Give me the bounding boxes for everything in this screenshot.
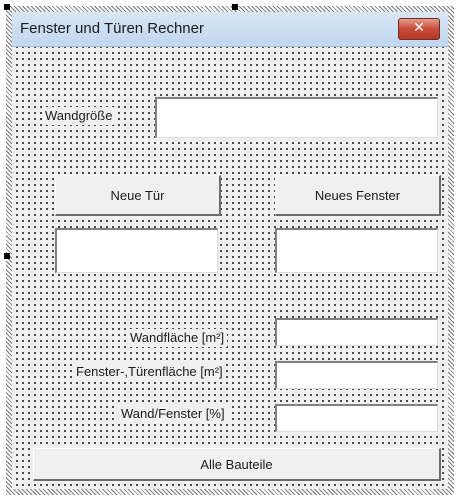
close-button[interactable]: ✕ bbox=[398, 18, 440, 40]
resize-handle-middle-left[interactable] bbox=[4, 253, 10, 259]
all-components-label: Alle Bauteile bbox=[200, 456, 273, 472]
window-door-area-label: Fenster-,Türenfläche [m²] bbox=[73, 363, 226, 381]
wall-window-ratio-label: Wand/Fenster [%] bbox=[118, 405, 228, 423]
wall-size-label: Wandgröße bbox=[42, 107, 116, 125]
new-window-label: Neues Fenster bbox=[314, 187, 401, 203]
wall-window-ratio-output[interactable] bbox=[275, 404, 438, 432]
resize-handle-top-left[interactable] bbox=[4, 4, 10, 10]
new-door-label: Neue Tür bbox=[110, 187, 165, 203]
new-window-button[interactable]: Neues Fenster bbox=[275, 175, 441, 216]
resize-handle-top-center[interactable] bbox=[232, 4, 238, 10]
window-list-box[interactable] bbox=[275, 228, 438, 273]
window-door-area-output[interactable] bbox=[275, 361, 438, 389]
title-bar: Fenster und Türen Rechner ✕ bbox=[12, 12, 448, 47]
window-title: Fenster und Türen Rechner bbox=[20, 20, 204, 37]
new-door-button[interactable]: Neue Tür bbox=[55, 175, 221, 216]
wall-area-label: Wandfläche [m²] bbox=[127, 329, 228, 347]
door-list-box[interactable] bbox=[55, 228, 218, 273]
wall-area-output[interactable] bbox=[275, 318, 438, 346]
close-icon: ✕ bbox=[413, 20, 425, 36]
all-components-button[interactable]: Alle Bauteile bbox=[33, 448, 441, 481]
wall-size-input[interactable] bbox=[155, 97, 438, 138]
